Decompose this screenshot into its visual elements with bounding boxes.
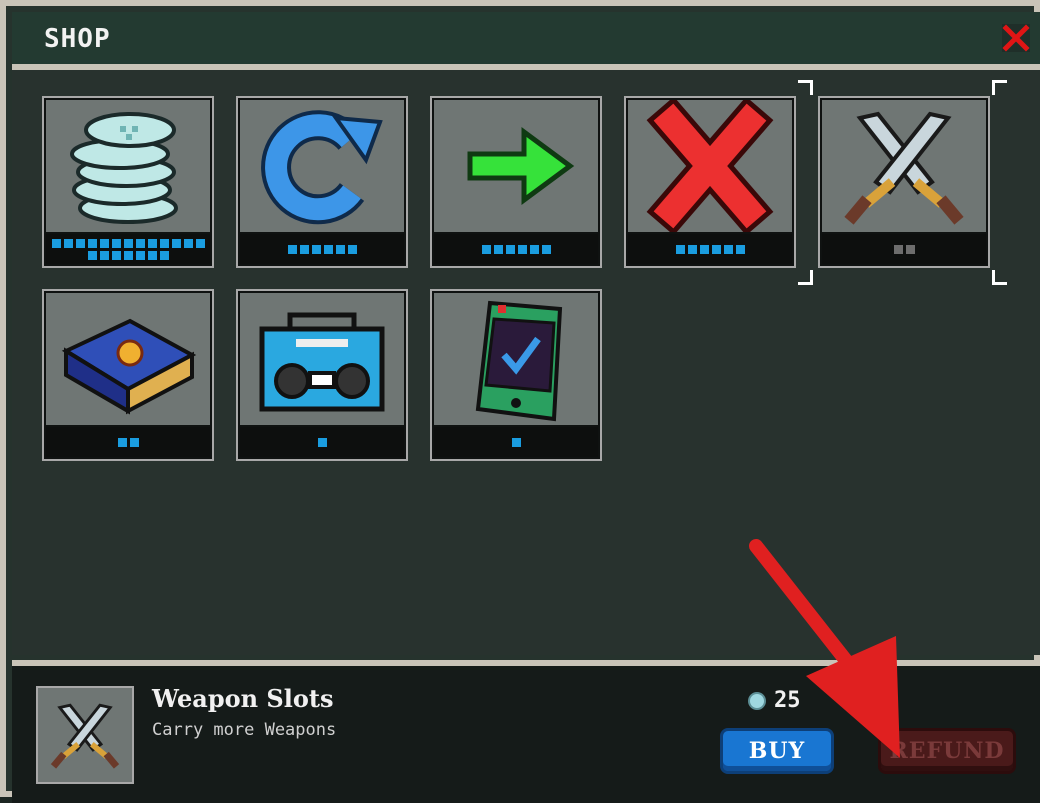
upgrade-pip xyxy=(699,244,709,254)
upgrade-pip xyxy=(287,244,297,254)
upgrade-pip xyxy=(135,250,145,260)
upgrade-pip xyxy=(171,238,181,248)
shop-item-banish[interactable] xyxy=(624,96,796,268)
red-arrow-icon xyxy=(749,539,900,758)
upgrade-pip xyxy=(135,238,145,248)
upgrade-pip xyxy=(87,250,97,260)
shop-item-skip[interactable] xyxy=(430,96,602,268)
upgrade-pip xyxy=(99,238,109,248)
shop-window: SHOP Weapon Slots Carry more Weapons 25 … xyxy=(0,0,1040,803)
upgrade-pip xyxy=(317,437,327,447)
coin-stack-icon xyxy=(70,112,178,224)
upgrade-pip xyxy=(159,250,169,260)
shop-item-phone[interactable] xyxy=(430,289,602,461)
upgrade-pip xyxy=(87,238,97,248)
upgrade-pip xyxy=(481,244,491,254)
upgrade-pip xyxy=(517,244,527,254)
upgrade-pip xyxy=(129,437,139,447)
upgrade-pip xyxy=(159,238,169,248)
upgrade-pip xyxy=(111,238,121,248)
upgrade-pip xyxy=(195,238,205,248)
upgrade-pip xyxy=(541,244,551,254)
upgrade-pip xyxy=(893,244,903,254)
shop-item-boombox[interactable] xyxy=(236,289,408,461)
upgrade-pip xyxy=(511,437,521,447)
upgrade-pip xyxy=(183,238,193,248)
title-bar: SHOP xyxy=(12,12,1040,70)
upgrade-pip xyxy=(147,250,157,260)
upgrade-pip xyxy=(905,244,915,254)
upgrade-level-bar xyxy=(240,234,404,264)
upgrade-level-bar xyxy=(822,234,986,264)
red-x-icon xyxy=(646,96,774,236)
upgrade-pip xyxy=(493,244,503,254)
spellbook-icon xyxy=(61,318,197,415)
boombox-icon xyxy=(259,312,385,412)
selection-corner xyxy=(992,80,1007,95)
upgrade-pip xyxy=(311,244,321,254)
upgrade-pip xyxy=(123,250,133,260)
close-icon[interactable] xyxy=(1002,24,1030,52)
upgrade-pip xyxy=(299,244,309,254)
selection-corner xyxy=(798,80,813,95)
upgrade-pip xyxy=(723,244,733,254)
upgrade-level-bar xyxy=(46,234,210,264)
upgrade-pip xyxy=(51,238,61,248)
upgrade-pip xyxy=(99,250,109,260)
shop-item-coins[interactable] xyxy=(42,96,214,268)
upgrade-pip xyxy=(687,244,697,254)
upgrade-pip xyxy=(505,244,515,254)
shop-item-reroll[interactable] xyxy=(236,96,408,268)
upgrade-level-bar xyxy=(434,427,598,457)
window-title: SHOP xyxy=(44,24,111,54)
upgrade-pip xyxy=(111,250,121,260)
upgrade-pip xyxy=(735,244,745,254)
upgrade-level-bar xyxy=(46,427,210,457)
upgrade-pip xyxy=(675,244,685,254)
upgrade-level-bar xyxy=(240,427,404,457)
selection-corner xyxy=(798,270,813,285)
upgrade-pip xyxy=(335,244,345,254)
crossed-swords-icon xyxy=(844,111,964,225)
item-name: Weapon Slots xyxy=(152,684,334,713)
upgrade-pip xyxy=(529,244,539,254)
shop-item-weapon-slots[interactable] xyxy=(818,96,990,268)
upgrade-level-bar xyxy=(628,234,792,264)
upgrade-pip xyxy=(117,437,127,447)
upgrade-pip xyxy=(711,244,721,254)
shop-item-tome[interactable] xyxy=(42,289,214,461)
item-description: Carry more Weapons xyxy=(152,720,337,740)
upgrade-pip xyxy=(323,244,333,254)
green-arrow-icon xyxy=(467,127,575,205)
upgrade-pip xyxy=(147,238,157,248)
upgrade-level-bar xyxy=(434,234,598,264)
upgrade-pip xyxy=(123,238,133,248)
phone-check-icon xyxy=(475,300,563,422)
upgrade-pip xyxy=(347,244,357,254)
crossed-swords-icon xyxy=(50,703,120,769)
upgrade-pip xyxy=(75,238,85,248)
reroll-icon xyxy=(261,110,383,225)
selection-corner xyxy=(992,270,1007,285)
upgrade-pip xyxy=(63,238,73,248)
